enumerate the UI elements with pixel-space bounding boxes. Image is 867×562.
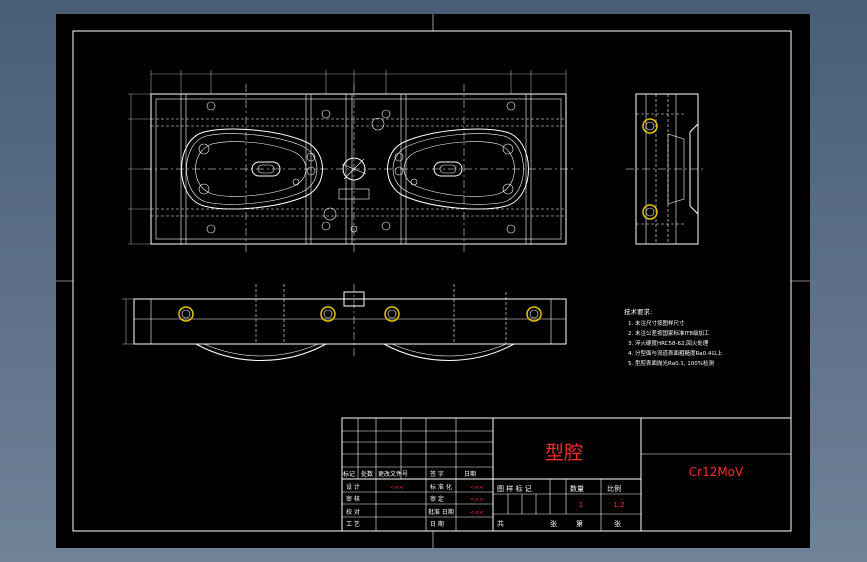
note-item: 2. 未注公差按国家标准IT8级加工 bbox=[628, 329, 710, 337]
label-scale: 比例 bbox=[607, 484, 621, 493]
label-sign: 签 字 bbox=[430, 470, 444, 478]
label-approve: 审 定 bbox=[430, 495, 444, 503]
part-name: 型腔 bbox=[545, 442, 583, 464]
label-mark: 标记 bbox=[343, 470, 355, 478]
label-standardize: 标 准 化 bbox=[430, 483, 452, 491]
label-approve-date: 批准 日期 bbox=[428, 508, 454, 516]
front-view bbox=[122, 284, 567, 361]
note-item: 4. 分型面与流道表面粗糙度Ra0.4以上 bbox=[628, 349, 723, 357]
cad-drawing: 技术要求: 1. 未注尺寸按图样尺寸 2. 未注公差按国家标准IT8级加工 3.… bbox=[56, 14, 810, 548]
red-mark: <<< bbox=[390, 485, 404, 491]
technical-notes: 技术要求: 1. 未注尺寸按图样尺寸 2. 未注公差按国家标准IT8级加工 3.… bbox=[624, 307, 723, 367]
side-view bbox=[626, 93, 706, 245]
label-check: 校 对 bbox=[346, 508, 360, 516]
red-mark: <<< bbox=[470, 485, 484, 491]
label-count: 处数 bbox=[361, 470, 373, 478]
label-date: 日期 bbox=[464, 470, 476, 478]
label-review: 审 核 bbox=[346, 495, 360, 503]
scale-value: 1:2 bbox=[613, 501, 624, 509]
note-item: 1. 未注尺寸按图样尺寸 bbox=[628, 319, 685, 327]
label-qty: 数量 bbox=[570, 484, 584, 493]
cad-viewport[interactable]: 技术要求: 1. 未注尺寸按图样尺寸 2. 未注公差按国家标准IT8级加工 3.… bbox=[0, 0, 867, 562]
plan-view bbox=[128, 70, 574, 254]
qty-value: 1 bbox=[579, 501, 583, 509]
red-mark: <<< bbox=[470, 497, 484, 503]
label-process: 工 艺 bbox=[346, 520, 360, 528]
red-mark: <<< bbox=[470, 510, 484, 516]
label-design: 设 计 bbox=[346, 483, 360, 491]
notes-heading: 技术要求: bbox=[624, 307, 652, 316]
note-item: 3. 淬火硬度HRC58-62,回火处理 bbox=[628, 339, 709, 347]
label-sheet-no: 第 bbox=[576, 519, 583, 528]
label-stage-mark: 图 样 标 记 bbox=[497, 484, 532, 493]
material: Cr12MoV bbox=[689, 465, 744, 479]
label-total: 共 bbox=[497, 519, 504, 528]
label-date2: 日 期 bbox=[430, 520, 444, 528]
label-sheet: 张 bbox=[550, 519, 557, 528]
label-change-doc: 更改文件号 bbox=[378, 470, 408, 478]
label-sheet2: 张 bbox=[614, 519, 621, 528]
drawing-sheet: 技术要求: 1. 未注尺寸按图样尺寸 2. 未注公差按国家标准IT8级加工 3.… bbox=[56, 14, 810, 548]
note-item: 5. 型腔表面抛光Ra0.1, 100%检测 bbox=[628, 359, 715, 367]
